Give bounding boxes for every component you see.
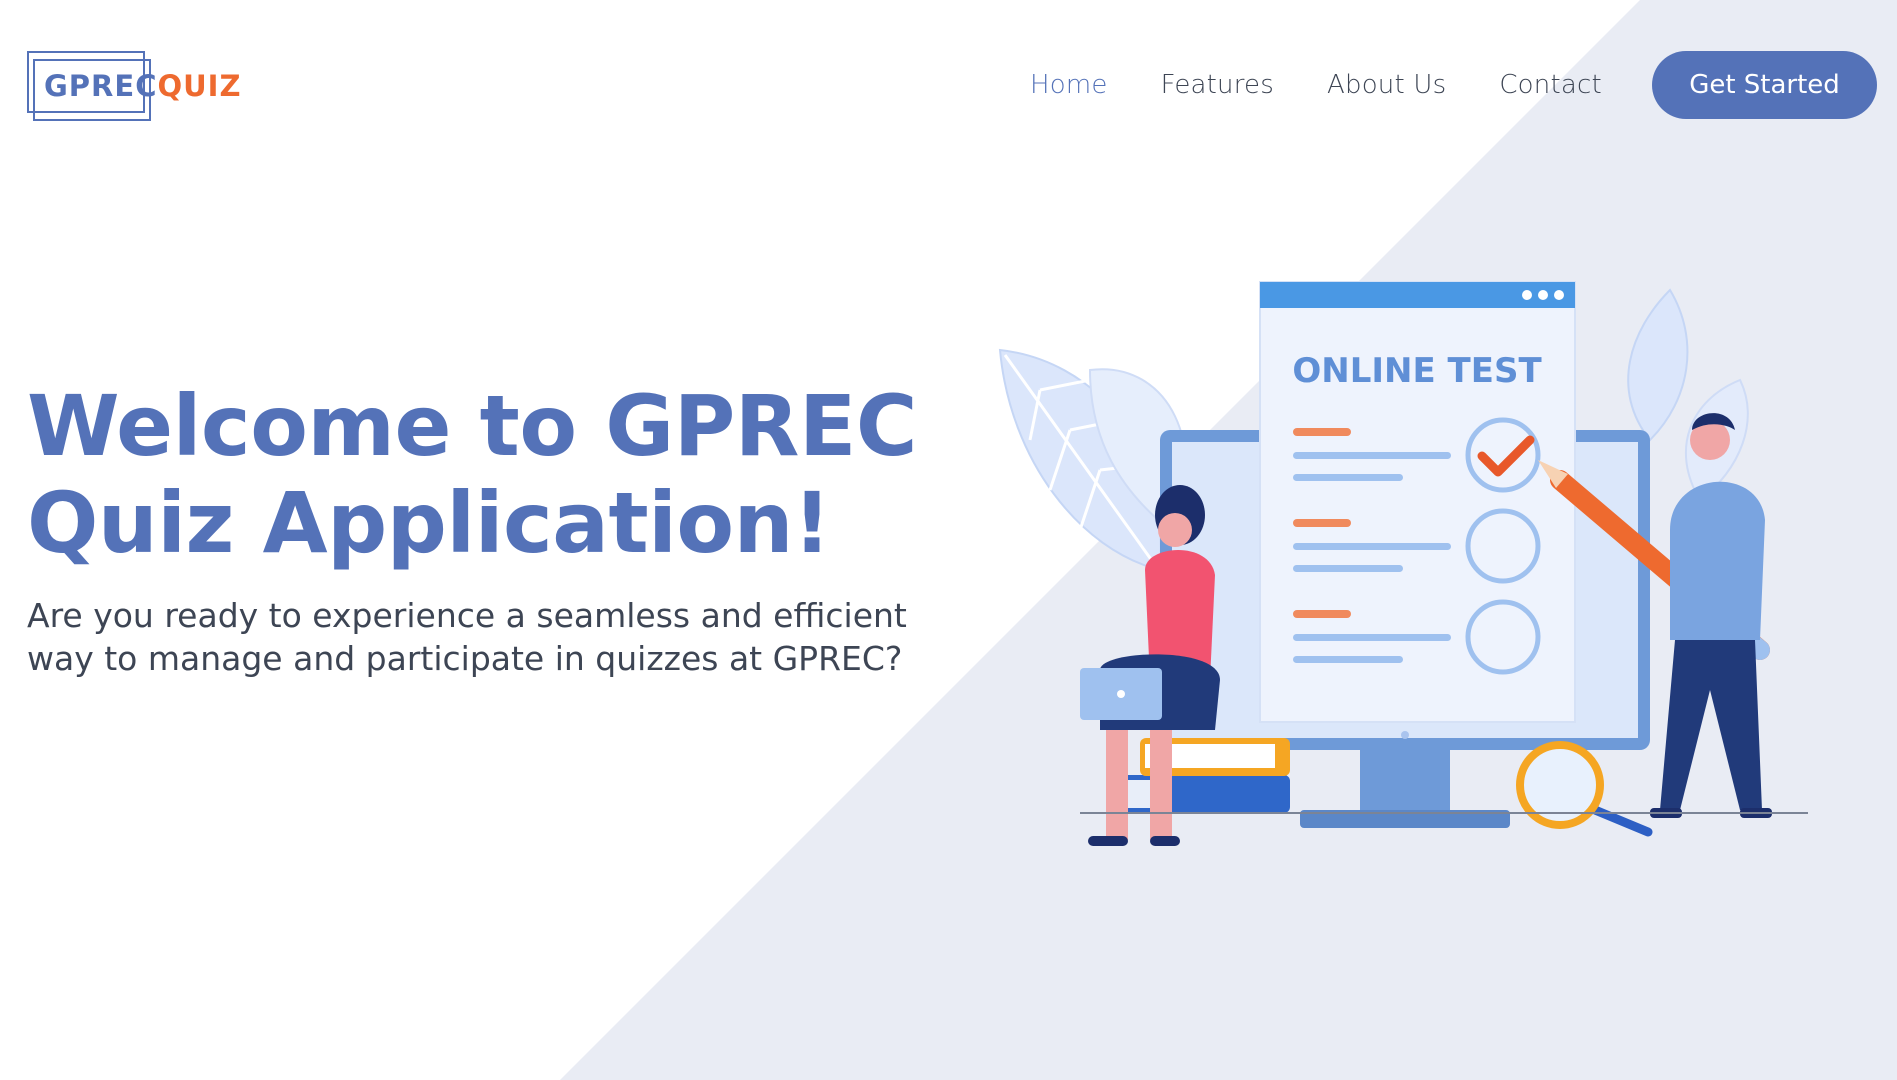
logo-text-part1: GPREC [44, 69, 158, 103]
get-started-button[interactable]: Get Started [1652, 51, 1877, 119]
magnifier-icon [1516, 741, 1653, 837]
hero-subtitle-line2: way to manage and participate in quizzes… [27, 639, 903, 678]
laptop-icon [1080, 668, 1162, 720]
logo-text-part2: QUIZ [157, 69, 242, 103]
hero-title: Welcome to GPREC Quiz Application! [27, 378, 927, 572]
leaf-icon [998, 348, 1187, 572]
screen-heading: ONLINE TEST [1292, 351, 1542, 391]
main-nav: Home Features About Us Contact [1030, 51, 1655, 119]
nav-link-about-us[interactable]: About Us [1327, 70, 1446, 100]
site-header: GPRECQUIZ Home Features About Us Contact… [0, 0, 1897, 170]
hero-title-line2: Quiz Application! [27, 474, 831, 572]
hero-title-line1: Welcome to GPREC [27, 377, 918, 475]
books-icon [1120, 738, 1290, 813]
online-test-illustration: ONLINE TEST [998, 281, 1808, 846]
nav-link-contact[interactable]: Contact [1499, 70, 1602, 100]
hero-subtitle: Are you ready to experience a seamless a… [27, 594, 907, 680]
nav-link-features[interactable]: Features [1161, 70, 1274, 100]
nav-link-home[interactable]: Home [1030, 70, 1108, 100]
test-sheet: ONLINE TEST [1259, 281, 1576, 723]
brand-logo[interactable]: GPRECQUIZ [27, 51, 257, 121]
hero-subtitle-line1: Are you ready to experience a seamless a… [27, 596, 907, 635]
logo-wordmark: GPRECQUIZ [44, 69, 242, 103]
